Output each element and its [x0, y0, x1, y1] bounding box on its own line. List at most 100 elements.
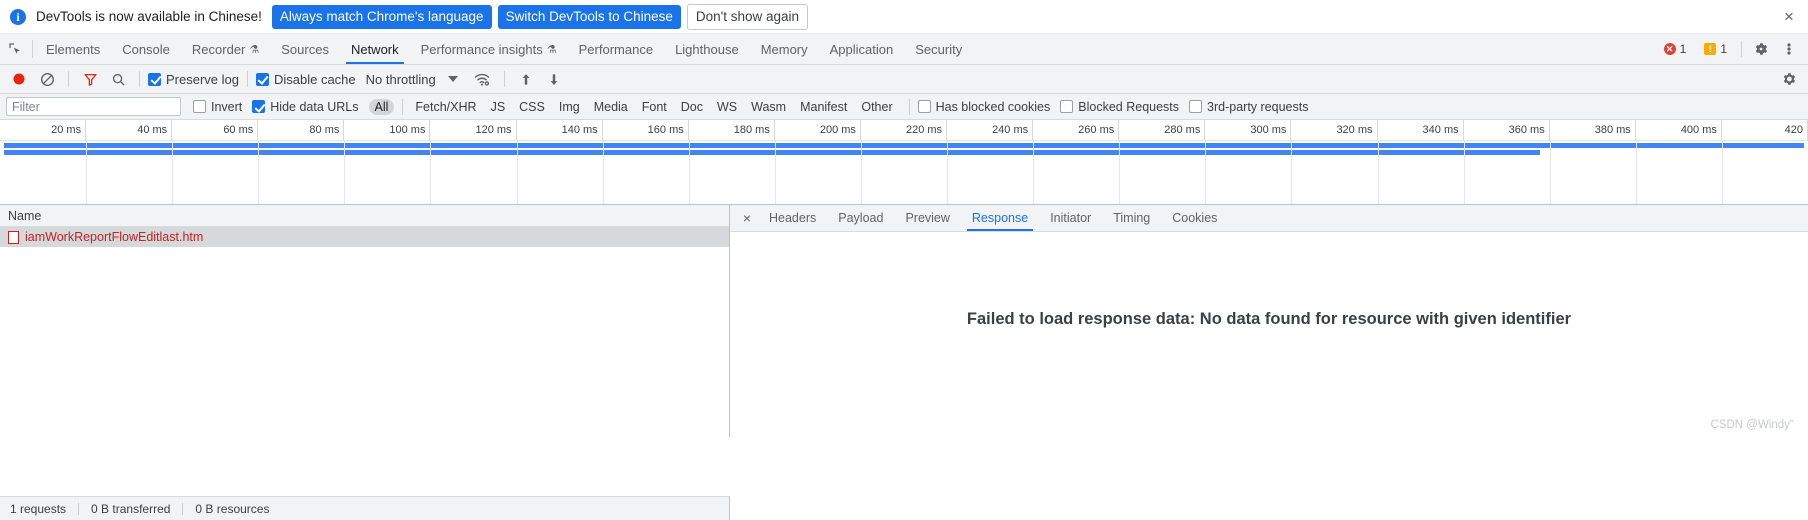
detail-tab-cookies[interactable]: Cookies — [1161, 205, 1228, 231]
column-header-name[interactable]: Name — [0, 205, 729, 227]
timeline-tick: 400 ms — [1636, 120, 1722, 140]
tab-memory[interactable]: Memory — [750, 34, 819, 64]
timeline-gridline — [688, 141, 690, 204]
filter-bar: Invert Hide data URLs All Fetch/XHR JS C… — [0, 94, 1808, 120]
detail-tab-timing[interactable]: Timing — [1102, 205, 1161, 231]
disable-cache-label: Disable cache — [273, 71, 356, 87]
table-row[interactable]: iamWorkReportFlowEditlast.htm — [0, 227, 729, 247]
preserve-log-checkbox[interactable]: Preserve log — [148, 72, 239, 87]
disable-cache-checkbox[interactable]: Disable cache — [255, 71, 356, 87]
filter-type-ws[interactable]: WS — [711, 99, 743, 115]
status-bar: 1 requests 0 B transferred 0 B resources — [0, 496, 730, 520]
timeline-tick: 120 ms — [430, 120, 517, 140]
network-settings-gear-icon[interactable] — [1776, 67, 1802, 91]
timeline-tick: 180 ms — [689, 120, 775, 140]
close-icon[interactable]: × — [1780, 7, 1798, 26]
filter-type-manifest[interactable]: Manifest — [794, 99, 853, 115]
tab-security[interactable]: Security — [904, 34, 973, 64]
tab-sources[interactable]: Sources — [270, 34, 340, 64]
detail-tab-initiator[interactable]: Initiator — [1039, 205, 1102, 231]
toolbar-divider — [1741, 41, 1742, 57]
search-icon[interactable] — [105, 67, 131, 91]
timeline-grid — [0, 141, 1808, 204]
timeline-tick: 360 ms — [1464, 120, 1550, 140]
status-transferred: 0 B transferred — [91, 501, 171, 516]
timeline-gridline — [172, 141, 174, 204]
throttling-select-value[interactable]: No throttling — [366, 72, 436, 87]
flask-icon: ⚗ — [546, 43, 557, 56]
network-toolbar: Preserve log Disable cache No throttling — [0, 65, 1808, 94]
gear-icon[interactable] — [1750, 38, 1772, 60]
import-har-icon[interactable] — [513, 67, 539, 91]
tab-performance[interactable]: Performance — [568, 34, 664, 64]
record-icon[interactable] — [6, 67, 32, 91]
always-match-language-button[interactable]: Always match Chrome's language — [271, 4, 492, 29]
warning-badge[interactable]: ! 1 — [1698, 41, 1733, 57]
filter-input[interactable] — [6, 97, 181, 116]
timeline-ruler: 20 ms 40 ms 60 ms 80 ms 100 ms 120 ms 140 ms 16… — [0, 120, 1808, 141]
has-blocked-cookies-checkbox[interactable]: Has blocked cookies — [917, 100, 1050, 114]
detail-tab-response[interactable]: Response — [961, 205, 1039, 231]
tab-label: Security — [915, 41, 963, 57]
toolbar-divider — [68, 71, 69, 87]
filter-type-other[interactable]: Other — [855, 99, 898, 115]
third-party-requests-checkbox[interactable]: 3rd-party requests — [1189, 100, 1308, 114]
chevron-down-icon[interactable] — [447, 76, 458, 82]
timeline-gridline — [1721, 141, 1723, 204]
tab-recorder[interactable]: Recorder ⚗ — [181, 34, 270, 64]
detail-tab-headers[interactable]: Headers — [758, 205, 827, 231]
tab-elements[interactable]: Elements — [35, 34, 111, 64]
filter-type-doc[interactable]: Doc — [675, 99, 709, 115]
filter-type-all[interactable]: All — [368, 98, 395, 115]
inspect-element-icon[interactable] — [0, 34, 30, 64]
tab-lighthouse[interactable]: Lighthouse — [664, 34, 750, 64]
detail-tab-payload[interactable]: Payload — [827, 205, 894, 231]
detail-pane: × Headers Payload Preview Response Initi… — [730, 205, 1808, 437]
status-resources: 0 B resources — [195, 501, 270, 516]
tab-application[interactable]: Application — [819, 34, 905, 64]
tab-console[interactable]: Console — [111, 34, 181, 64]
filter-type-img[interactable]: Img — [553, 99, 586, 115]
status-divider — [78, 502, 80, 515]
document-icon — [8, 230, 19, 244]
filter-type-fetch-xhr[interactable]: Fetch/XHR — [409, 99, 482, 115]
overview-bar — [3, 150, 1541, 155]
blocked-requests-checkbox[interactable]: Blocked Requests — [1060, 100, 1179, 114]
tab-label: Memory — [760, 41, 808, 57]
export-har-icon[interactable] — [541, 67, 567, 91]
filter-type-js[interactable]: JS — [485, 99, 512, 115]
filter-type-css[interactable]: CSS — [513, 99, 551, 115]
timeline-gridline — [1635, 141, 1637, 204]
network-conditions-icon[interactable] — [470, 67, 496, 91]
timeline-gridline — [774, 141, 776, 204]
timeline-tick: 80 ms — [258, 120, 345, 140]
timeline-tick: 320 ms — [1291, 120, 1378, 140]
checkbox-box — [252, 100, 266, 113]
dont-show-again-button[interactable]: Don't show again — [686, 3, 809, 30]
error-count: 1 — [1679, 42, 1687, 56]
timeline-overview[interactable]: 20 ms 40 ms 60 ms 80 ms 100 ms 120 ms 140 ms 16… — [0, 120, 1808, 205]
error-badge[interactable]: ✕ 1 — [1657, 41, 1693, 57]
hide-data-urls-checkbox[interactable]: Hide data URLs — [252, 100, 359, 114]
timeline-gridline — [602, 141, 604, 204]
timeline-tick: 380 ms — [1550, 120, 1636, 140]
tab-label: Network — [350, 41, 399, 57]
warning-icon: ! — [1704, 43, 1717, 55]
filter-icon[interactable] — [77, 67, 103, 91]
more-options-icon[interactable] — [1778, 38, 1800, 60]
switch-devtools-language-button[interactable]: Switch DevTools to Chinese — [497, 4, 681, 29]
tab-performance-insights[interactable]: Performance insights ⚗ — [410, 34, 568, 64]
invert-checkbox[interactable]: Invert — [193, 100, 242, 114]
tab-network[interactable]: Network — [340, 34, 410, 64]
filter-type-wasm[interactable]: Wasm — [745, 99, 792, 115]
timeline-tick: 220 ms — [861, 120, 948, 140]
invert-label: Invert — [211, 99, 243, 114]
checkbox-box — [255, 72, 269, 86]
detail-tab-preview[interactable]: Preview — [894, 205, 960, 231]
clear-icon[interactable] — [34, 67, 60, 91]
filter-type-font[interactable]: Font — [636, 99, 673, 115]
timeline-tick: 200 ms — [775, 120, 861, 140]
close-detail-icon[interactable]: × — [736, 205, 758, 231]
timeline-tick: 240 ms — [947, 120, 1034, 140]
filter-type-media[interactable]: Media — [588, 99, 634, 115]
